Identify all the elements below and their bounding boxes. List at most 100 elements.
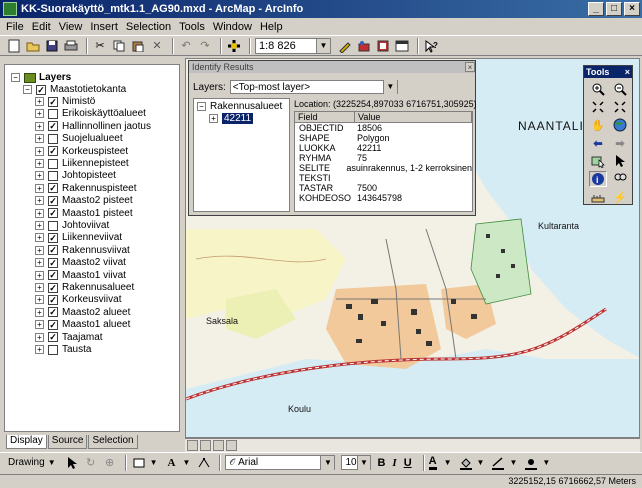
close-icon[interactable]: ×	[625, 67, 630, 77]
text-tool-icon[interactable]: A	[164, 455, 180, 471]
toc-layer-row[interactable]: + ✓ Liikenneviivat	[35, 231, 122, 244]
back-extent-icon[interactable]: ⬅	[589, 135, 607, 151]
toc-layer-row[interactable]: + ✓ Rakennuspisteet	[35, 182, 137, 195]
print-icon[interactable]	[63, 38, 79, 54]
layer-visibility-checkbox[interactable]: ✓	[48, 319, 58, 330]
chevron-down-icon[interactable]: ▼	[444, 458, 452, 467]
expand-icon[interactable]: +	[35, 258, 44, 268]
arccatalog-icon[interactable]	[375, 38, 391, 54]
select-elements-icon[interactable]	[64, 455, 80, 471]
font-color-button[interactable]: A	[428, 455, 437, 470]
identify-title-bar[interactable]: Identify Results ×	[189, 61, 475, 73]
measure-icon[interactable]	[589, 189, 607, 205]
toc-layer-row[interactable]: + ✓ Maasto1 viivat	[35, 269, 126, 282]
full-extent-icon[interactable]	[611, 117, 629, 133]
refresh-view-icon[interactable]	[213, 440, 224, 451]
chevron-down-icon[interactable]: ▼	[150, 458, 158, 467]
editor-toolbar-icon[interactable]	[337, 38, 353, 54]
forward-extent-icon[interactable]: ➡	[611, 135, 629, 151]
maximize-button[interactable]: □	[606, 2, 622, 16]
layout-view-icon[interactable]	[200, 440, 211, 451]
layer-visibility-checkbox[interactable]: ✓	[48, 245, 58, 256]
line-color-icon[interactable]	[490, 455, 506, 471]
chevron-down-icon[interactable]: ▼	[542, 458, 550, 467]
layer-visibility-checkbox[interactable]: ✓	[48, 307, 58, 318]
layer-visibility-checkbox[interactable]: ✓	[48, 146, 58, 157]
expand-icon[interactable]: +	[35, 208, 44, 218]
layer-visibility-checkbox[interactable]: ✓	[48, 294, 58, 305]
layer-visibility-checkbox[interactable]: ✓	[48, 183, 58, 194]
layer-visibility-checkbox[interactable]: ✓	[48, 121, 58, 132]
table-row[interactable]: TEKSTI	[295, 173, 472, 183]
table-row[interactable]: RYHMA 75	[295, 153, 472, 163]
map-horizontal-scrollbar[interactable]	[185, 438, 640, 452]
chevron-down-icon[interactable]: ▼	[316, 38, 330, 53]
open-folder-icon[interactable]	[25, 38, 41, 54]
select-features-icon[interactable]	[589, 153, 607, 169]
cut-icon[interactable]: ✂	[92, 38, 108, 54]
menu-insert[interactable]: Insert	[90, 21, 118, 33]
expand-icon[interactable]: +	[35, 295, 44, 305]
chevron-down-icon[interactable]: ▼	[356, 455, 371, 470]
toc-layer-row[interactable]: + ✓ Hallinnollinen jaotus	[35, 120, 151, 133]
new-document-icon[interactable]	[6, 38, 22, 54]
toc-layer-row[interactable]: + Suojelualueet	[35, 132, 123, 145]
toc-layer-row[interactable]: + ✓ Nimistö	[35, 95, 95, 108]
expand-icon[interactable]: +	[35, 171, 44, 181]
collapse-icon[interactable]: −	[197, 102, 206, 111]
table-row[interactable]: LUOKKA 42211	[295, 143, 472, 153]
zoom-out-icon[interactable]	[611, 81, 629, 97]
expand-icon[interactable]: +	[35, 196, 44, 206]
find-icon[interactable]	[611, 171, 629, 187]
font-size-dropdown[interactable]: 10 ▼	[341, 455, 372, 470]
copy-icon[interactable]	[111, 38, 127, 54]
expand-icon[interactable]: +	[35, 345, 44, 354]
expand-icon[interactable]: +	[35, 245, 44, 255]
toc-layer-row[interactable]: + Johtoviivat	[35, 219, 109, 232]
column-header-value[interactable]: Value	[355, 112, 472, 122]
whats-this-help-icon[interactable]: ?	[423, 38, 439, 54]
identify-icon[interactable]: i	[589, 171, 607, 187]
edit-vertices-icon[interactable]	[196, 455, 212, 471]
add-data-icon[interactable]	[226, 38, 242, 54]
toc-layer-row[interactable]: + Tausta	[35, 343, 91, 356]
layer-visibility-checkbox[interactable]	[48, 220, 58, 231]
fill-color-icon[interactable]	[458, 455, 474, 471]
expand-icon[interactable]: +	[35, 97, 44, 106]
arctoolbox-icon[interactable]	[356, 38, 372, 54]
expand-icon[interactable]: +	[35, 159, 44, 168]
toc-layer-row[interactable]: + ✓ Maasto1 alueet	[35, 318, 130, 331]
save-icon[interactable]	[44, 38, 60, 54]
delete-icon[interactable]: ✕	[149, 38, 165, 54]
toc-layer-row[interactable]: + ✓ Rakennusalueet	[35, 281, 134, 294]
layer-visibility-checkbox[interactable]: ✓	[48, 96, 58, 107]
toc-layer-row[interactable]: + ✓ Maasto1 pisteet	[35, 207, 133, 220]
pause-drawing-icon[interactable]	[226, 440, 237, 451]
underline-button[interactable]: U	[404, 457, 412, 469]
hyperlink-icon[interactable]: ⚡	[611, 189, 629, 205]
expand-icon[interactable]: +	[35, 320, 44, 330]
layer-visibility-checkbox[interactable]: ✓	[48, 332, 58, 343]
tools-title-bar[interactable]: Tools ×	[584, 66, 632, 78]
column-header-field[interactable]: Field	[295, 112, 355, 122]
layer-visibility-checkbox[interactable]	[48, 344, 58, 355]
expand-icon[interactable]: +	[35, 109, 44, 119]
layer-visibility-checkbox[interactable]: ✓	[48, 208, 58, 219]
menu-window[interactable]: Window	[213, 21, 252, 33]
close-icon[interactable]: ×	[465, 62, 475, 72]
paste-icon[interactable]	[130, 38, 146, 54]
expand-icon[interactable]: +	[35, 134, 44, 144]
toc-layer-row[interactable]: + ✓ Maasto2 alueet	[35, 306, 130, 319]
layer-visibility-checkbox[interactable]: ✓	[36, 84, 46, 95]
layer-visibility-checkbox[interactable]	[48, 158, 58, 169]
minimize-button[interactable]: _	[588, 2, 604, 16]
expand-icon[interactable]: +	[35, 270, 44, 280]
layer-visibility-checkbox[interactable]: ✓	[48, 195, 58, 206]
layer-visibility-checkbox[interactable]: ✓	[48, 257, 58, 268]
expand-icon[interactable]: +	[35, 121, 44, 131]
layer-visibility-checkbox[interactable]	[48, 170, 58, 181]
toc-layer-row[interactable]: + ✓ Korkeusviivat	[35, 293, 121, 306]
layer-visibility-checkbox[interactable]	[48, 108, 58, 119]
chevron-down-icon[interactable]: ▼	[509, 458, 517, 467]
command-line-icon[interactable]	[394, 38, 410, 54]
